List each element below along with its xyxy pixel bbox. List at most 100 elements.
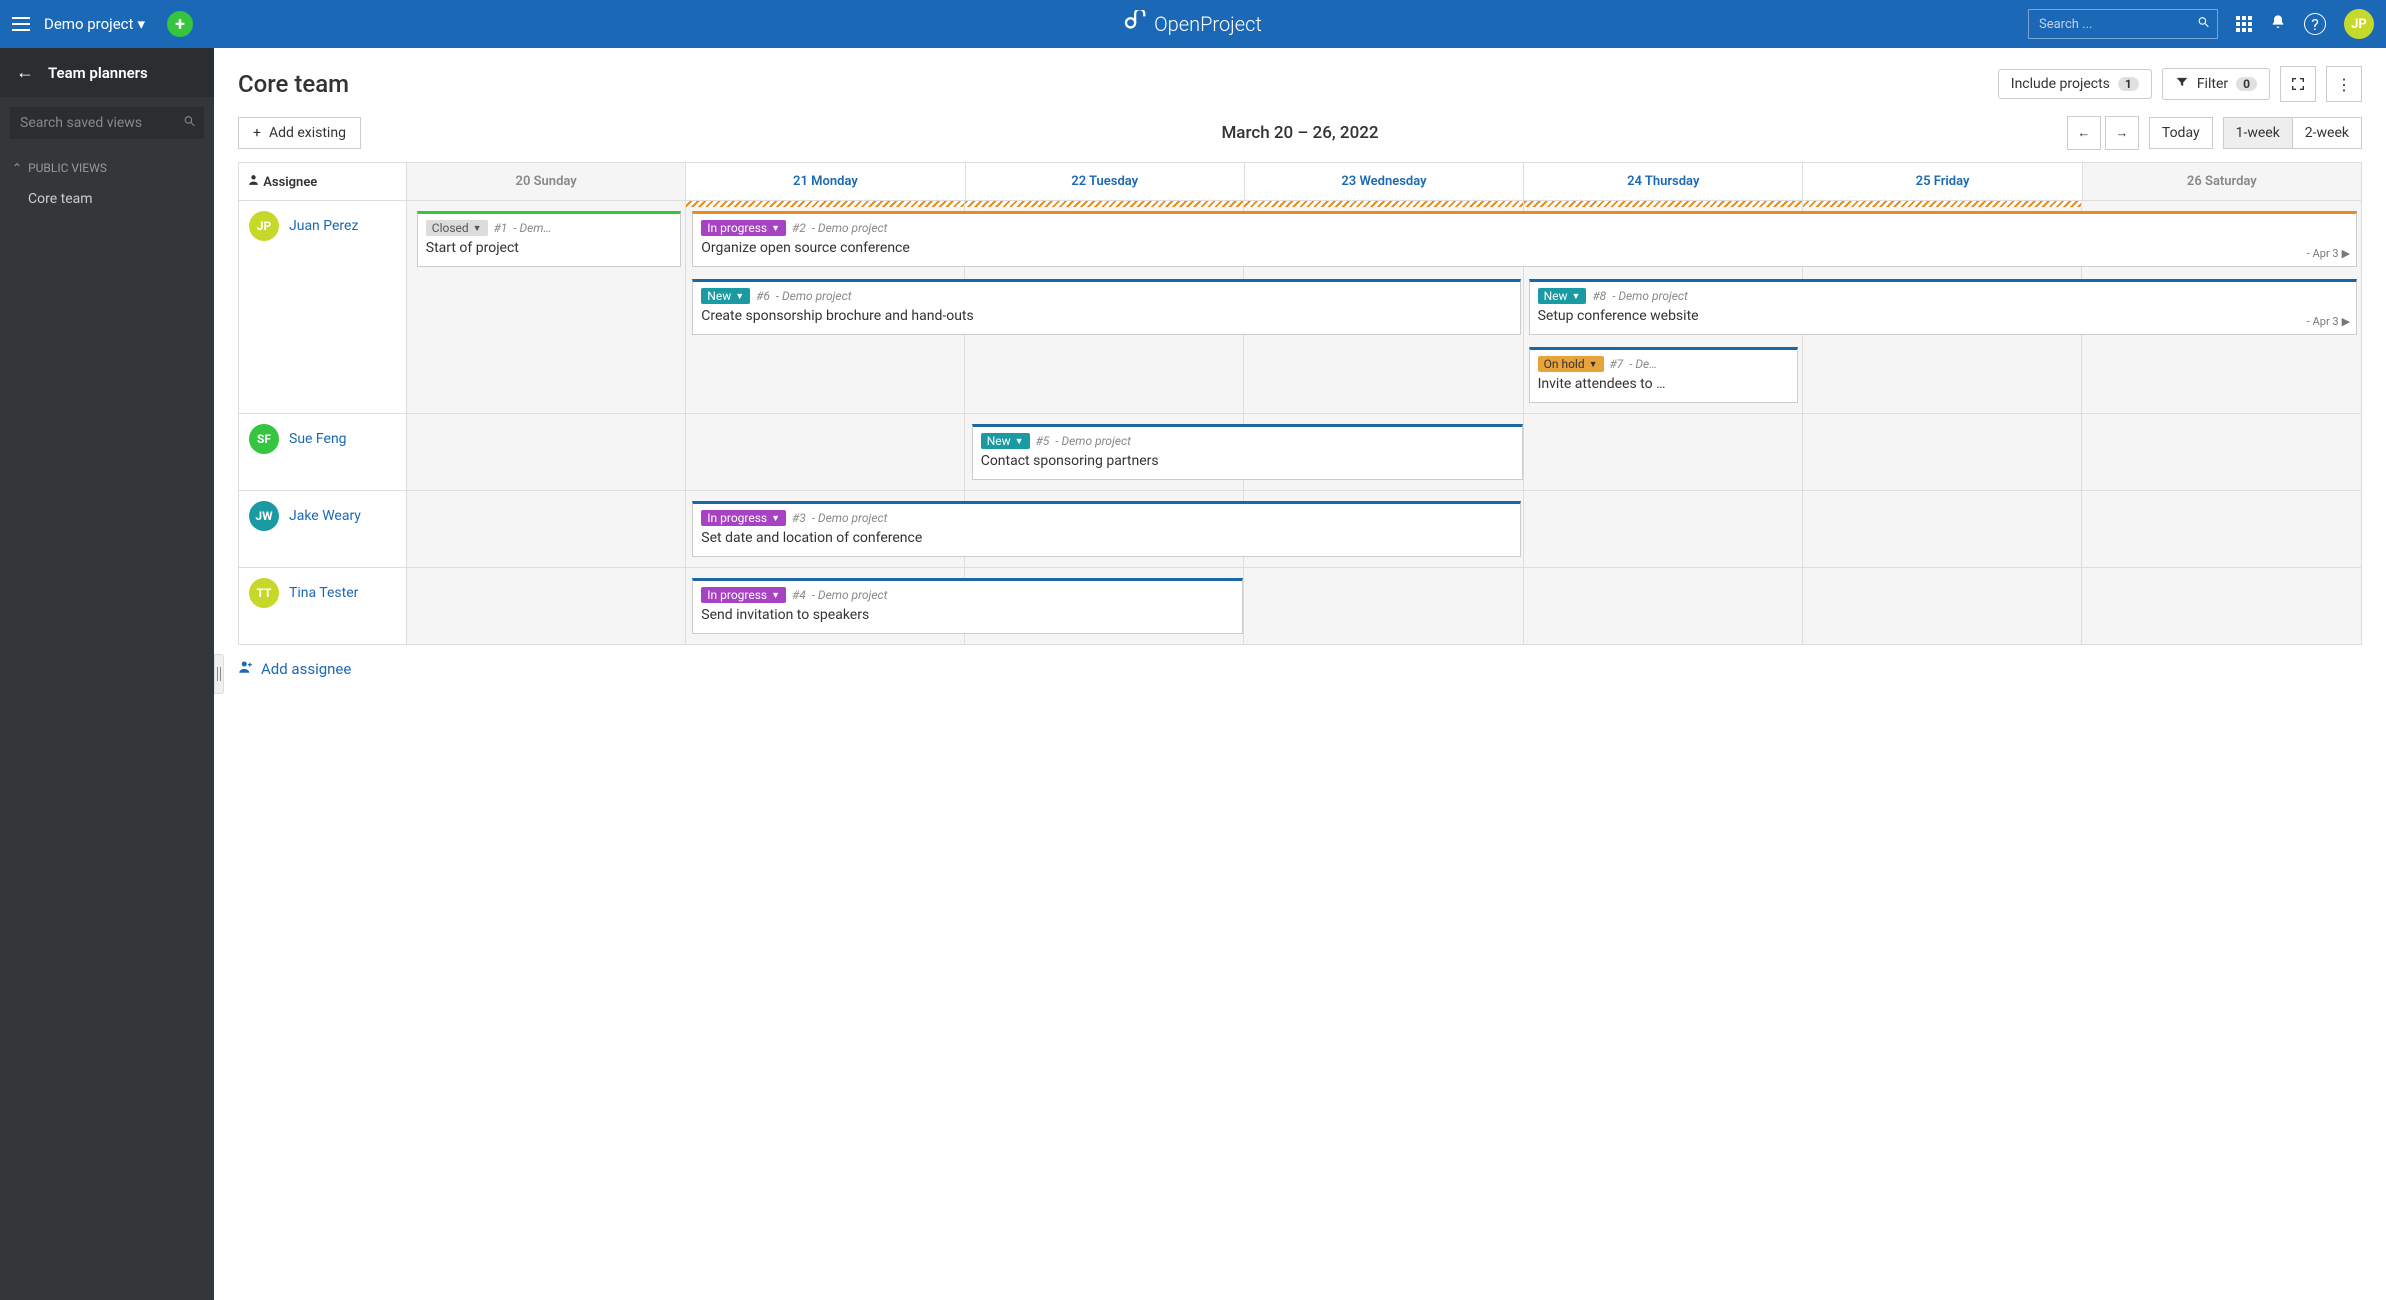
status-badge[interactable]: New▼ xyxy=(981,433,1030,449)
sidebar: ← Team planners ⌃ Public views Core team xyxy=(0,48,214,1300)
menu-icon[interactable] xyxy=(12,17,30,31)
fullscreen-button[interactable] xyxy=(2280,66,2316,102)
add-assignee-button[interactable]: Add assignee xyxy=(238,659,2362,678)
person-plus-icon xyxy=(238,659,253,678)
bell-icon[interactable] xyxy=(2270,14,2286,34)
project-name-label: Demo project xyxy=(44,15,133,33)
status-badge[interactable]: In progress▼ xyxy=(701,587,786,603)
column-header-day: 20 Sunday xyxy=(407,163,686,201)
extend-indicator: - Apr 3▶ xyxy=(2307,315,2350,328)
filter-icon xyxy=(2175,75,2189,93)
prev-week-button[interactable]: ← xyxy=(2067,116,2101,150)
wp-id: #8 xyxy=(1592,289,1606,303)
user-avatar[interactable]: JP xyxy=(2344,9,2374,39)
work-package-card[interactable]: In progress▼ #4 - Demo project Send invi… xyxy=(692,578,1243,634)
filter-count: 0 xyxy=(2236,77,2257,91)
one-week-view-button[interactable]: 1-week xyxy=(2224,118,2292,148)
avatar: JP xyxy=(249,211,279,241)
column-header-day: 26 Saturday xyxy=(2082,163,2361,201)
planner-row: SF Sue Feng xyxy=(239,414,2362,491)
include-projects-count: 1 xyxy=(2118,77,2139,91)
chevron-icon: ⌃ xyxy=(12,161,22,175)
sidebar-search xyxy=(10,107,204,139)
work-package-card[interactable]: New▼ #8 - Demo project Setup conference … xyxy=(1529,279,2358,335)
assignee-name-link[interactable]: Juan Perez xyxy=(289,218,358,234)
planner-row: TT Tina Tester xyxy=(239,568,2362,645)
work-package-card[interactable]: New▼ #6 - Demo project Create sponsorshi… xyxy=(692,279,1520,335)
wp-id: #2 xyxy=(792,221,806,235)
planner-row: JP Juan Perez xyxy=(239,201,2362,414)
column-header-day: 22 Tuesday xyxy=(965,163,1244,201)
avatar: JW xyxy=(249,501,279,531)
assignee-name-link[interactable]: Sue Feng xyxy=(289,431,347,447)
status-badge[interactable]: Closed▼ xyxy=(426,220,488,236)
column-header-day: 25 Friday xyxy=(1803,163,2082,201)
wp-id: #7 xyxy=(1610,357,1624,371)
add-existing-label: Add existing xyxy=(269,125,346,141)
global-add-button[interactable]: + xyxy=(167,11,193,37)
sidebar-section-public-views[interactable]: ⌃ Public views xyxy=(0,155,214,181)
assignee-name-link[interactable]: Tina Tester xyxy=(289,585,358,601)
sidebar-search-input[interactable] xyxy=(10,107,204,139)
wp-id: #6 xyxy=(756,289,770,303)
status-badge[interactable]: In progress▼ xyxy=(701,510,786,526)
main-content: Core team Include projects 1 Filter 0 ⋮ xyxy=(214,48,2386,1300)
work-package-card[interactable]: New▼ #5 - Demo project Contact sponsorin… xyxy=(972,424,1523,480)
wp-project: - Demo project xyxy=(812,511,888,525)
wp-project: - Demo project xyxy=(812,588,888,602)
back-arrow-icon[interactable]: ← xyxy=(16,62,34,83)
add-assignee-label: Add assignee xyxy=(261,660,351,678)
add-existing-button[interactable]: + Add existing xyxy=(238,117,361,149)
work-package-card[interactable]: On hold▼ #7 - De… Invite attendees to … xyxy=(1529,347,1799,403)
search-icon[interactable] xyxy=(183,115,196,132)
toolbar: + Add existing March 20 – 26, 2022 ← → T… xyxy=(238,116,2362,162)
assignee-cell: JW Jake Weary xyxy=(239,491,407,568)
brand: OpenProject xyxy=(1124,10,1262,38)
search-icon[interactable] xyxy=(2197,16,2210,33)
work-package-card[interactable]: Closed▼ #1 - Dem… Start of project xyxy=(417,211,681,267)
status-badge[interactable]: On hold▼ xyxy=(1538,356,1604,372)
brand-text: OpenProject xyxy=(1154,12,1262,36)
planner-row: JW Jake Weary xyxy=(239,491,2362,568)
assignee-name-link[interactable]: Jake Weary xyxy=(289,508,361,524)
include-projects-button[interactable]: Include projects 1 xyxy=(1998,69,2152,99)
next-week-button[interactable]: → xyxy=(2105,116,2139,150)
global-search xyxy=(2028,9,2218,39)
project-selector[interactable]: Demo project ▾ xyxy=(44,15,145,33)
wp-title: Setup conference website xyxy=(1538,308,2349,324)
global-search-input[interactable] xyxy=(2028,9,2218,39)
apps-icon[interactable] xyxy=(2236,16,2252,32)
sidebar-header: ← Team planners xyxy=(0,48,214,97)
plus-icon: + xyxy=(253,125,261,141)
work-package-card[interactable]: In progress▼ #2 - Demo project Organize … xyxy=(692,211,2357,267)
wp-project: - Demo project xyxy=(776,289,852,303)
sidebar-collapse-handle[interactable] xyxy=(214,654,224,694)
wp-title: Contact sponsoring partners xyxy=(981,453,1514,469)
team-planner-grid: Assignee 20 Sunday 21 Monday 22 Tuesday … xyxy=(238,162,2362,645)
wp-id: #5 xyxy=(1036,434,1050,448)
brand-icon xyxy=(1124,10,1146,38)
sidebar-section-label: Public views xyxy=(28,161,107,175)
wp-title: Start of project xyxy=(426,240,672,256)
sidebar-item-core-team[interactable]: Core team xyxy=(0,181,214,217)
chevron-down-icon: ▾ xyxy=(137,15,145,33)
assignee-cell: JP Juan Perez xyxy=(239,201,407,414)
assignee-cell: TT Tina Tester xyxy=(239,568,407,645)
status-badge[interactable]: New▼ xyxy=(701,288,750,304)
help-icon[interactable]: ? xyxy=(2304,13,2326,35)
status-badge[interactable]: In progress▼ xyxy=(701,220,786,236)
more-menu-button[interactable]: ⋮ xyxy=(2326,66,2362,102)
filter-button[interactable]: Filter 0 xyxy=(2162,68,2270,100)
status-badge[interactable]: New▼ xyxy=(1538,288,1587,304)
wp-title: Set date and location of conference xyxy=(701,530,1511,546)
two-week-view-button[interactable]: 2-week xyxy=(2292,118,2361,148)
work-package-card[interactable]: In progress▼ #3 - Demo project Set date … xyxy=(692,501,1520,557)
person-icon xyxy=(247,175,263,190)
topbar: Demo project ▾ + OpenProject ? JP xyxy=(0,0,2386,48)
sidebar-title: Team planners xyxy=(48,64,148,82)
filter-label: Filter xyxy=(2197,76,2228,92)
column-header-day: 23 Wednesday xyxy=(1244,163,1523,201)
wp-project: - Demo project xyxy=(1055,434,1131,448)
wp-title: Create sponsorship brochure and hand-out… xyxy=(701,308,1511,324)
today-button[interactable]: Today xyxy=(2149,117,2213,149)
